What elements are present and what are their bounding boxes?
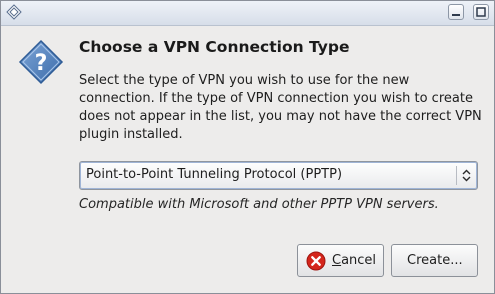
vpn-type-select[interactable]: Point-to-Point Tunneling Protocol (PPTP): [79, 161, 478, 190]
cancel-mnemonic: C: [332, 253, 342, 268]
description-line: plugin installed.: [79, 127, 183, 142]
vpn-type-caption: Compatible with Microsoft and other PPTP…: [79, 197, 439, 212]
cancel-button-label: Cancel: [332, 253, 376, 268]
title-bar[interactable]: [1, 1, 494, 26]
description-line: connection. If the type of VPN connectio…: [79, 91, 473, 106]
cancel-button[interactable]: Cancel: [297, 244, 384, 277]
create-button[interactable]: Create...: [391, 244, 478, 277]
minimize-button[interactable]: [448, 4, 464, 20]
minimize-icon: [452, 14, 460, 16]
question-icon: ?: [18, 39, 64, 85]
up-down-arrows-icon: [461, 168, 472, 183]
maximize-button[interactable]: [473, 4, 489, 20]
vpn-type-dialog: ? Choose a VPN Connection Type Select th…: [0, 0, 495, 294]
window-menu-icon[interactable]: [6, 4, 22, 20]
svg-text:?: ?: [35, 51, 48, 76]
dialog-description: Select the type of VPN you wish to use f…: [79, 72, 489, 144]
maximize-icon: [476, 7, 486, 17]
cancel-label-rest: ancel: [341, 253, 377, 268]
create-button-label: Create...: [407, 253, 463, 268]
combo-separator: [456, 166, 457, 185]
dialog-heading: Choose a VPN Connection Type: [79, 38, 350, 56]
vpn-type-selected-value: Point-to-Point Tunneling Protocol (PPTP): [86, 167, 343, 182]
description-line: does not appear in the list, you may not…: [79, 109, 482, 124]
cancel-icon: [306, 251, 326, 271]
description-line: Select the type of VPN you wish to use f…: [79, 73, 410, 88]
